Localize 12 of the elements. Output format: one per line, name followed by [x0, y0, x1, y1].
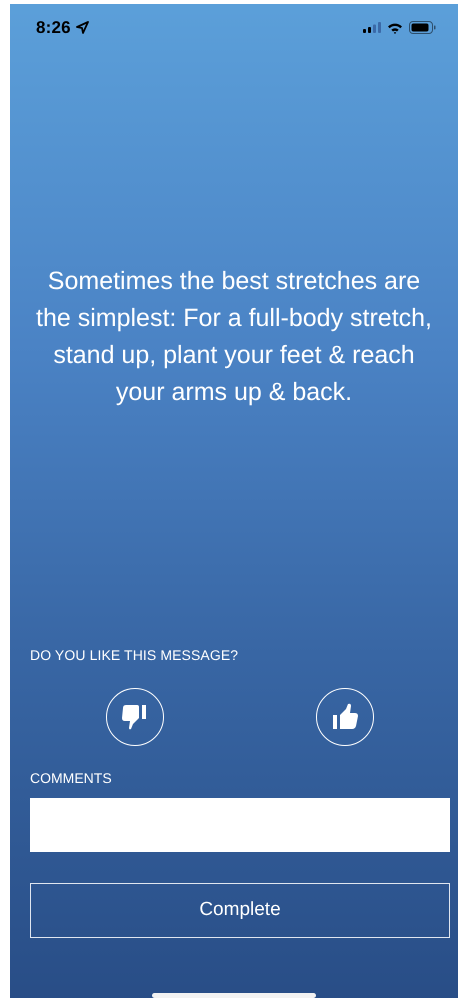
- wifi-icon: [387, 22, 403, 34]
- status-time: 8:26: [36, 18, 71, 38]
- comments-field[interactable]: [30, 798, 450, 852]
- battery-icon: [409, 21, 436, 34]
- location-arrow-icon: [76, 21, 89, 34]
- thumbs-down-button[interactable]: [106, 688, 164, 746]
- comments-label: COMMENTS: [30, 770, 113, 786]
- feedback-question: DO YOU LIKE THIS MESSAGE?: [30, 647, 240, 664]
- message-text: Sometimes the best stretches are the simplest: For a full-body stretch, stand up, plant your feet & reach your arms up & back.: [35, 266, 433, 408]
- signal-icon: [363, 22, 381, 33]
- thumbs-up-button[interactable]: [316, 688, 374, 746]
- complete-button[interactable]: Complete: [30, 882, 450, 938]
